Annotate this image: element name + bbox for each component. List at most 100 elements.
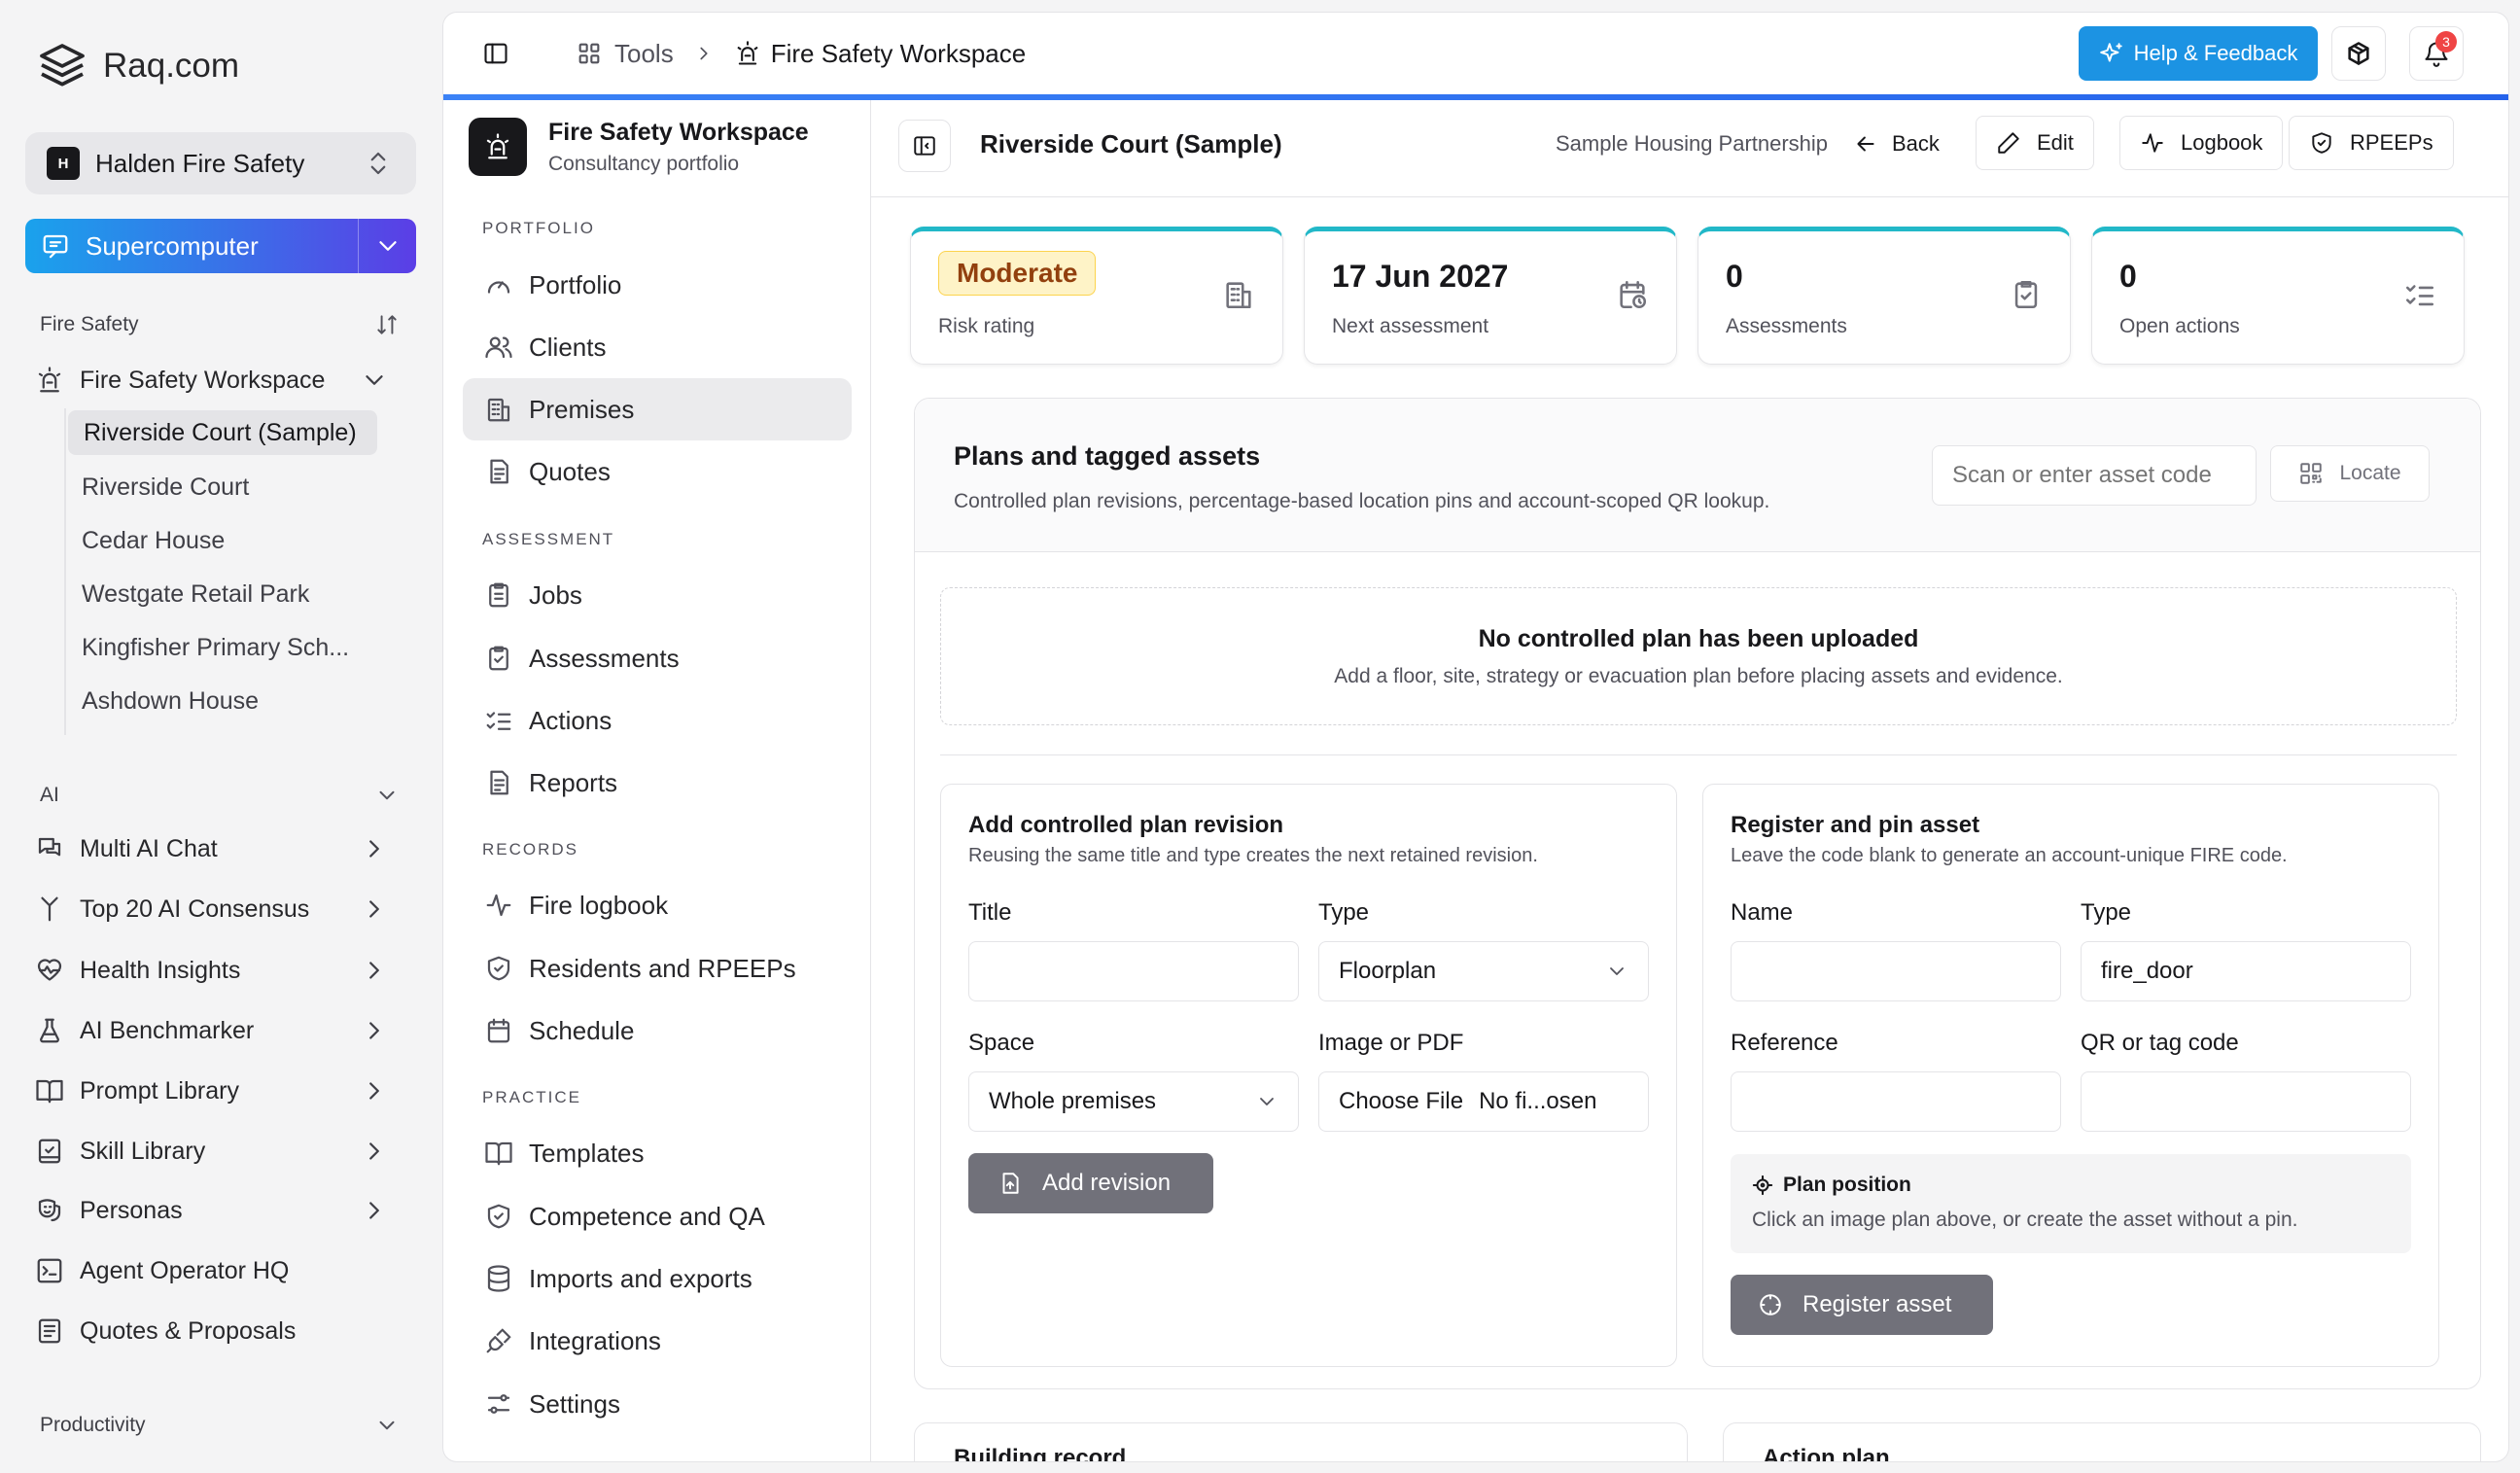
sidebar-item-skill-library[interactable]: Skill Library [35, 1127, 404, 1175]
building-record-card: Building record [914, 1422, 1688, 1461]
section-ai[interactable]: AI [40, 784, 400, 807]
org-switcher[interactable]: H Halden Fire Safety [25, 132, 416, 194]
workspace-title: Fire Safety Workspace [548, 118, 809, 146]
brand-logo[interactable]: Raq.com [35, 39, 239, 93]
ws-item-imports[interactable]: Imports and exports [463, 1247, 852, 1310]
notification-badge: 3 [2435, 31, 2457, 53]
merge-icon [41, 896, 58, 922]
code-input[interactable] [2081, 1071, 2411, 1132]
ws-item-schedule[interactable]: Schedule [463, 1000, 852, 1062]
ws-item-label: Jobs [529, 579, 582, 610]
sidebar-item-agent-operator[interactable]: Agent Operator HQ [35, 1246, 404, 1295]
breadcrumb-current: Fire Safety Workspace [770, 38, 1027, 68]
client-name[interactable]: Sample Housing Partnership [1556, 131, 1828, 157]
chevron-right-icon [360, 834, 404, 863]
premise-item[interactable]: Cedar House [66, 518, 377, 563]
supercomputer-button[interactable]: Supercomputer [25, 219, 416, 273]
ws-item-actions[interactable]: Actions [463, 689, 852, 752]
ws-item-premises[interactable]: Premises [463, 378, 852, 440]
sidebar-item-prompt-library[interactable]: Prompt Library [35, 1067, 404, 1115]
ws-item-fire-logbook[interactable]: Fire logbook [463, 874, 852, 936]
premise-item[interactable]: Westgate Retail Park [66, 572, 377, 616]
ws-item-quotes[interactable]: Quotes [463, 440, 852, 503]
book-open-icon [485, 1141, 512, 1166]
ws-item-label: Settings [529, 1388, 620, 1419]
breadcrumb-tools[interactable]: Tools [614, 39, 674, 69]
chevron-down-icon [374, 783, 400, 808]
sidebar-item-ai-benchmarker[interactable]: AI Benchmarker [35, 1006, 404, 1055]
brand-name: Raq.com [103, 47, 240, 85]
logbook-button[interactable]: Logbook [2119, 116, 2284, 170]
chevron-right-icon [360, 1016, 404, 1045]
title-input[interactable] [968, 941, 1299, 1001]
collapse-nav-button[interactable] [898, 120, 951, 172]
ws-item-settings[interactable]: Settings [463, 1373, 852, 1435]
plans-title: Plans and tagged assets [954, 441, 1261, 471]
sidebar-item-fire-workspace[interactable]: Fire Safety Workspace [35, 356, 404, 404]
package-button[interactable] [2331, 26, 2386, 81]
asset-type-input[interactable]: fire_door [2081, 941, 2411, 1001]
chevron-right-icon [360, 956, 404, 985]
sidebar-item-quotes-proposals[interactable]: Quotes & Proposals [35, 1307, 404, 1355]
premise-item[interactable]: Ashdown House [66, 679, 377, 723]
sidebar-item-health-insights[interactable]: Health Insights [35, 946, 404, 995]
edit-button[interactable]: Edit [1976, 116, 2094, 170]
space-select[interactable]: Whole premises [968, 1071, 1299, 1132]
sidebar-item-label: Skill Library [80, 1137, 206, 1165]
ws-item-competence[interactable]: Competence and QA [463, 1185, 852, 1247]
ws-item-integrations[interactable]: Integrations [463, 1310, 852, 1372]
form-title: Register and pin asset [1731, 812, 1980, 838]
reference-input[interactable] [1731, 1071, 2061, 1132]
back-button[interactable]: Back [1853, 131, 1940, 157]
ws-item-assessments[interactable]: Assessments [463, 627, 852, 689]
locate-button[interactable]: Locate [2270, 445, 2430, 502]
sidebar-item-personas[interactable]: Personas [35, 1186, 404, 1235]
ws-item-label: Templates [529, 1138, 645, 1168]
type-select[interactable]: Floorplan [1318, 941, 1649, 1001]
sidebar-item-label: Personas [80, 1196, 183, 1224]
sidebar-toggle-icon[interactable] [482, 40, 509, 67]
stat-label: Open actions [2119, 315, 2240, 337]
calendar-icon [487, 1018, 510, 1043]
rpeeps-button[interactable]: RPEEPs [2289, 116, 2454, 170]
sidebar-item-ai-consensus[interactable]: Top 20 AI Consensus [35, 885, 404, 933]
ws-item-jobs[interactable]: Jobs [463, 564, 852, 626]
register-asset-button[interactable]: Register asset [1731, 1275, 1993, 1335]
file-input[interactable]: Choose File No fi...osen [1318, 1071, 1649, 1132]
divider [940, 754, 2457, 755]
notifications-button[interactable]: 3 [2409, 26, 2464, 81]
ws-item-portfolio[interactable]: Portfolio [463, 254, 852, 316]
premise-item[interactable]: Riverside Court [66, 465, 377, 509]
sort-icon[interactable] [374, 312, 400, 337]
stat-value: 17 Jun 2027 [1332, 259, 1509, 294]
sparkles-icon [2099, 41, 2124, 66]
section-productivity[interactable]: Productivity [40, 1414, 400, 1437]
choose-file-button[interactable]: Choose File [1339, 1088, 1463, 1115]
sidebar-item-label: Health Insights [80, 956, 241, 984]
sidebar-item-multi-ai-chat[interactable]: Multi AI Chat [35, 824, 404, 873]
app-sidebar: Raq.com H Halden Fire Safety Supercomput… [0, 0, 443, 1473]
activity-icon [486, 894, 511, 917]
ws-item-residents[interactable]: Residents and RPEEPs [463, 937, 852, 1000]
form-subtitle: Leave the code blank to generate an acco… [1731, 845, 2288, 866]
file-label: Image or PDF [1318, 1030, 1464, 1056]
asset-code-input[interactable] [1932, 445, 2257, 506]
ws-item-label: Integrations [529, 1325, 661, 1355]
clipboard-check-icon [489, 646, 508, 671]
premise-item[interactable]: Kingfisher Primary Sch... [66, 625, 377, 670]
name-input[interactable] [1731, 941, 2061, 1001]
sidebar-item-label: Prompt Library [80, 1076, 239, 1105]
section-fire-safety[interactable]: Fire Safety [40, 313, 400, 336]
ws-item-templates[interactable]: Templates [463, 1122, 852, 1184]
chevron-down-icon [1605, 960, 1628, 983]
ws-item-clients[interactable]: Clients [463, 316, 852, 378]
help-feedback-button[interactable]: Help & Feedback [2079, 26, 2318, 81]
supercomputer-dropdown[interactable] [358, 219, 416, 273]
premise-item-active[interactable]: Riverside Court (Sample) [68, 410, 377, 455]
building-icon [487, 398, 510, 422]
sidebar-item-label: Agent Operator HQ [80, 1256, 290, 1284]
card-title: Action plan [1763, 1445, 1890, 1461]
add-revision-button[interactable]: Add revision [968, 1153, 1213, 1213]
ws-item-reports[interactable]: Reports [463, 752, 852, 814]
code-label: QR or tag code [2081, 1030, 2239, 1056]
